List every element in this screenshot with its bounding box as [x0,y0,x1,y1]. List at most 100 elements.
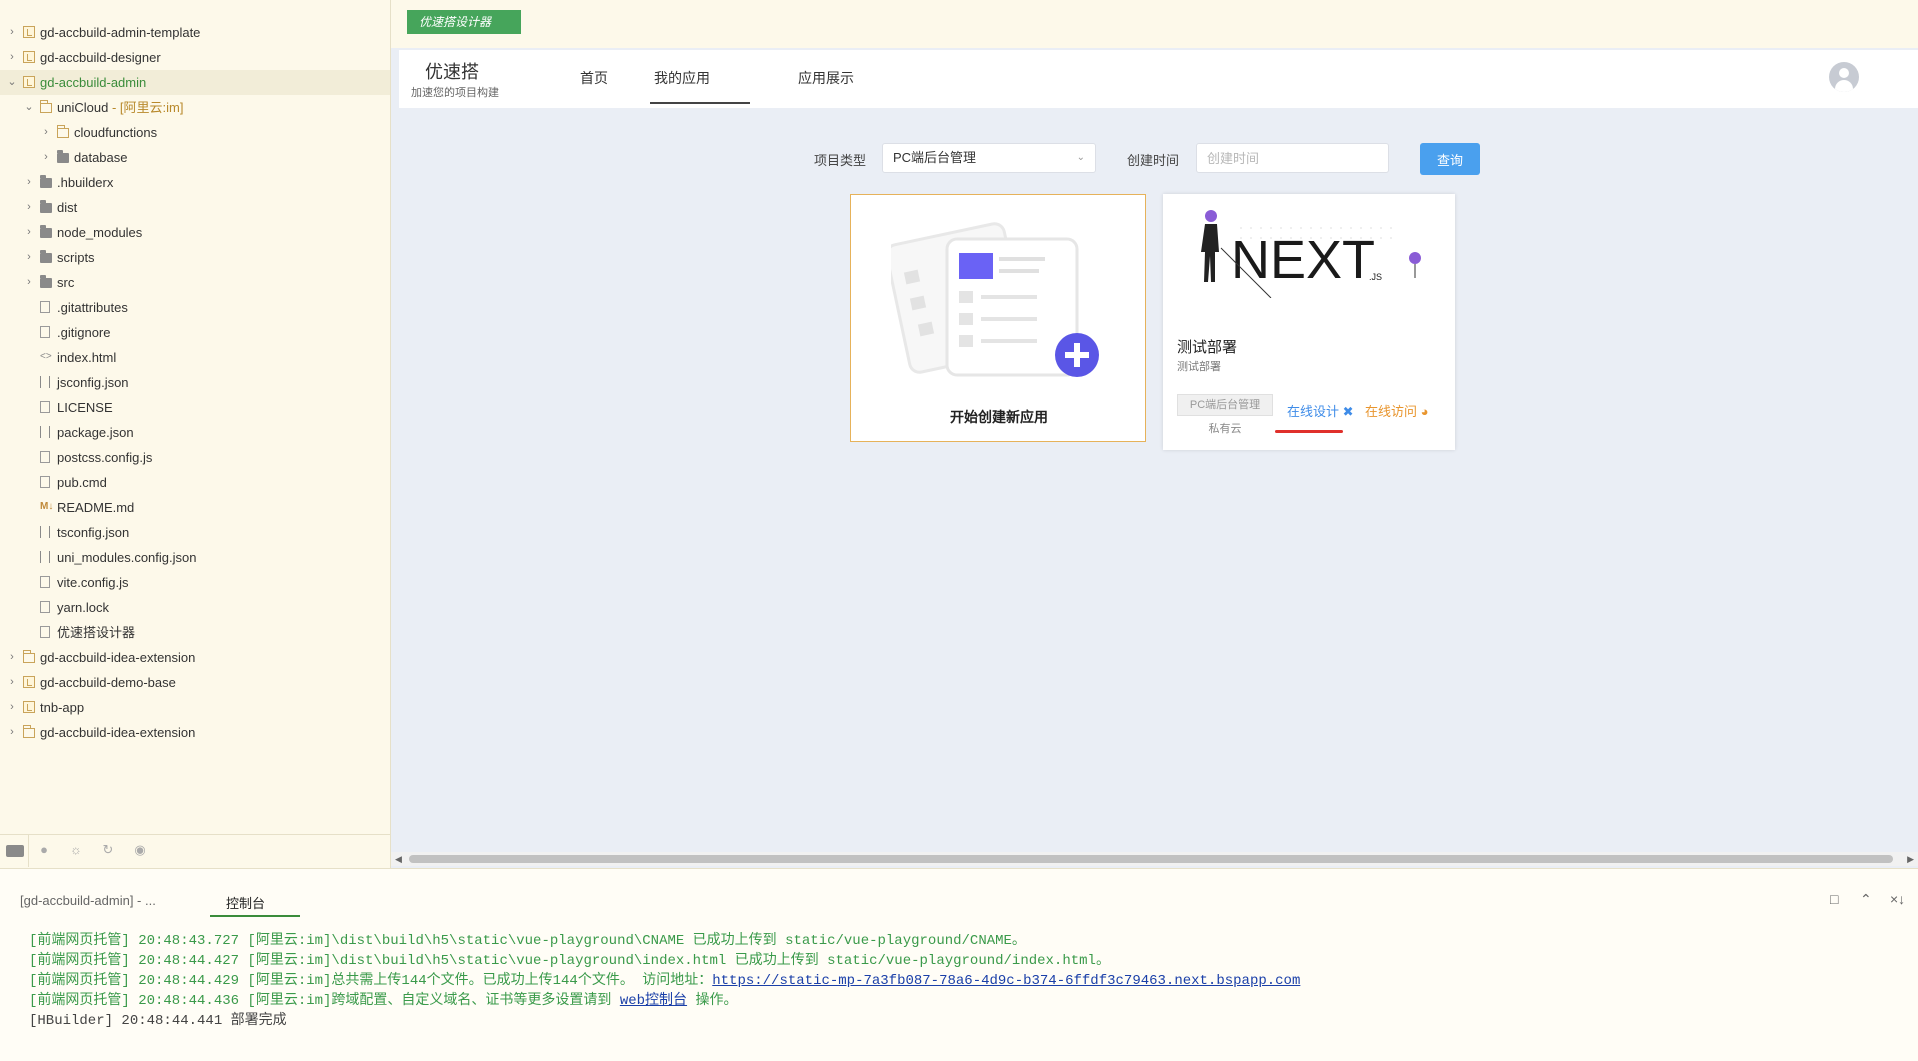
console-line: [前端网页托管] 20:48:44.436 [阿里云:im]跨域配置、自定义域名… [29,991,1909,1011]
chevron-up-icon[interactable]: ⌃ [1860,891,1872,908]
tree-item[interactable]: .gitattributes [0,295,390,320]
explorer-icon[interactable] [6,845,24,857]
designer-chip[interactable]: 优速搭设计器 [407,10,521,34]
file-icon [40,326,50,338]
tree-item-text: database [74,150,128,165]
tree-item[interactable]: ⌄ uniCloud - [阿里云:im] [0,95,390,120]
bug-icon[interactable]: ☼ [68,843,84,857]
tree-item-text: scripts [57,250,95,265]
tree-item[interactable]: › cloudfunctions [0,120,390,145]
chevron-right-icon[interactable]: › [6,695,18,720]
tree-item[interactable]: <> index.html [0,345,390,370]
sync-icon[interactable]: ↻ [100,843,116,857]
create-app-card[interactable]: 开始创建新应用 [850,194,1146,442]
nav-tab-home[interactable]: 首页 [580,68,608,88]
tree-item[interactable]: package.json [0,420,390,445]
nav-tab-my-apps[interactable]: 我的应用 [654,68,710,88]
tree-item[interactable]: › gd-accbuild-demo-base [0,670,390,695]
gamepad-icon[interactable]: ● [36,843,52,857]
tree-item[interactable]: postcss.config.js [0,445,390,470]
tree-item[interactable]: › gd-accbuild-idea-extension [0,645,390,670]
tree-item-text: src [57,275,75,290]
app-header: 优速搭 加速您的项目构建 首页 我的应用 应用展示 [399,50,1918,108]
red-annotation-underline [1275,430,1343,433]
tree-item[interactable]: .gitignore [0,320,390,345]
chevron-down-icon[interactable]: ⌄ [23,95,35,120]
tree-item[interactable]: tsconfig.json [0,520,390,545]
console-project-tab[interactable]: [gd-accbuild-admin] - ... [20,893,156,908]
tree-item[interactable]: M↓ README.md [0,495,390,520]
folder-icon [40,200,52,213]
tree-item-label: uniCloud - [阿里云:im] [57,95,183,120]
app-card[interactable]: NEXT .JS 测试部署 测试部署 PC端后台管理 私有云 在线设计 ✖ 在线… [1163,194,1455,450]
project-icon [23,51,35,63]
chevron-right-icon[interactable]: › [6,20,18,45]
chevron-right-icon[interactable]: › [23,245,35,270]
console-link[interactable]: https://static-mp-7a3fb087-78a6-4d9c-b37… [712,973,1300,989]
query-button[interactable]: 查询 [1420,143,1480,175]
tree-item[interactable]: pub.cmd [0,470,390,495]
tree-item[interactable]: uni_modules.config.json [0,545,390,570]
scroll-left-icon[interactable]: ◀ [395,852,402,866]
tree-item-label: postcss.config.js [57,445,152,470]
tree-item-label: package.json [57,420,134,445]
chevron-right-icon[interactable]: › [6,720,18,745]
console-tab[interactable]: 控制台 [226,893,265,912]
create-time-input[interactable] [1196,143,1389,173]
chevron-down-icon[interactable]: ⌄ [6,70,18,95]
tree-item[interactable]: › tnb-app [0,695,390,720]
file-icon [40,626,50,638]
tree-item[interactable]: › dist [0,195,390,220]
tree-item[interactable]: jsconfig.json [0,370,390,395]
chevron-right-icon[interactable]: › [23,270,35,295]
nav-tab-app-showcase[interactable]: 应用展示 [798,68,854,88]
markdown-icon: M↓ [40,501,54,512]
tree-item[interactable]: 优速搭设计器 [0,620,390,645]
json-icon [40,426,50,438]
tree-item-text: cloudfunctions [74,125,158,140]
folder-icon [40,225,52,238]
palette-icon[interactable]: ◉ [132,843,148,857]
online-design-link[interactable]: 在线设计 ✖ [1287,401,1354,420]
chevron-right-icon[interactable]: › [23,170,35,195]
tree-item-text: .gitignore [57,325,111,340]
project-type-select[interactable]: PC端后台管理 ⌄ [882,143,1096,173]
tree-item[interactable]: › database [0,145,390,170]
tree-item[interactable]: › scripts [0,245,390,270]
online-visit-link[interactable]: 在线访问 ◕ [1365,401,1429,420]
clear-console-icon[interactable]: ×↓ [1890,891,1905,907]
chevron-right-icon[interactable]: › [23,220,35,245]
tree-item-label: jsconfig.json [57,370,129,395]
chevron-right-icon[interactable]: › [23,195,35,220]
tree-item-label: src [57,270,74,295]
chevron-right-icon[interactable]: › [6,670,18,695]
create-app-illustration [891,222,1099,377]
tree-item-text: gd-accbuild-admin-template [40,25,201,40]
chevron-right-icon[interactable]: › [6,45,18,70]
tree-item-cloud-label: - [阿里云:im] [108,100,184,115]
avatar[interactable] [1829,62,1859,92]
js-logo-text: .JS [1369,272,1382,282]
scroll-right-icon[interactable]: ▶ [1907,852,1914,866]
chevron-right-icon[interactable]: › [40,145,52,170]
tree-item[interactable]: › src [0,270,390,295]
horizontal-scrollbar[interactable]: ◀ ▶ [391,852,1918,866]
export-icon[interactable]: □ [1830,891,1838,907]
tree-item[interactable]: vite.config.js [0,570,390,595]
tree-item[interactable]: › .hbuilderx [0,170,390,195]
tree-item[interactable]: › gd-accbuild-idea-extension [0,720,390,745]
divider [28,835,29,867]
tree-item[interactable]: › node_modules [0,220,390,245]
project-type-label: 项目类型 [814,153,867,168]
tree-item[interactable]: ⌄ gd-accbuild-admin [0,70,390,95]
tree-item[interactable]: › gd-accbuild-designer [0,45,390,70]
create-time-label: 创建时间 [1127,153,1180,168]
app-topbar: 优速搭设计器 [391,0,1918,48]
tree-item[interactable]: › gd-accbuild-admin-template [0,20,390,45]
scrollbar-thumb[interactable] [409,855,1893,863]
tree-item[interactable]: LICENSE [0,395,390,420]
chevron-right-icon[interactable]: › [6,645,18,670]
tree-item[interactable]: yarn.lock [0,595,390,620]
console-link[interactable]: web控制台 [620,993,687,1009]
chevron-right-icon[interactable]: › [40,120,52,145]
